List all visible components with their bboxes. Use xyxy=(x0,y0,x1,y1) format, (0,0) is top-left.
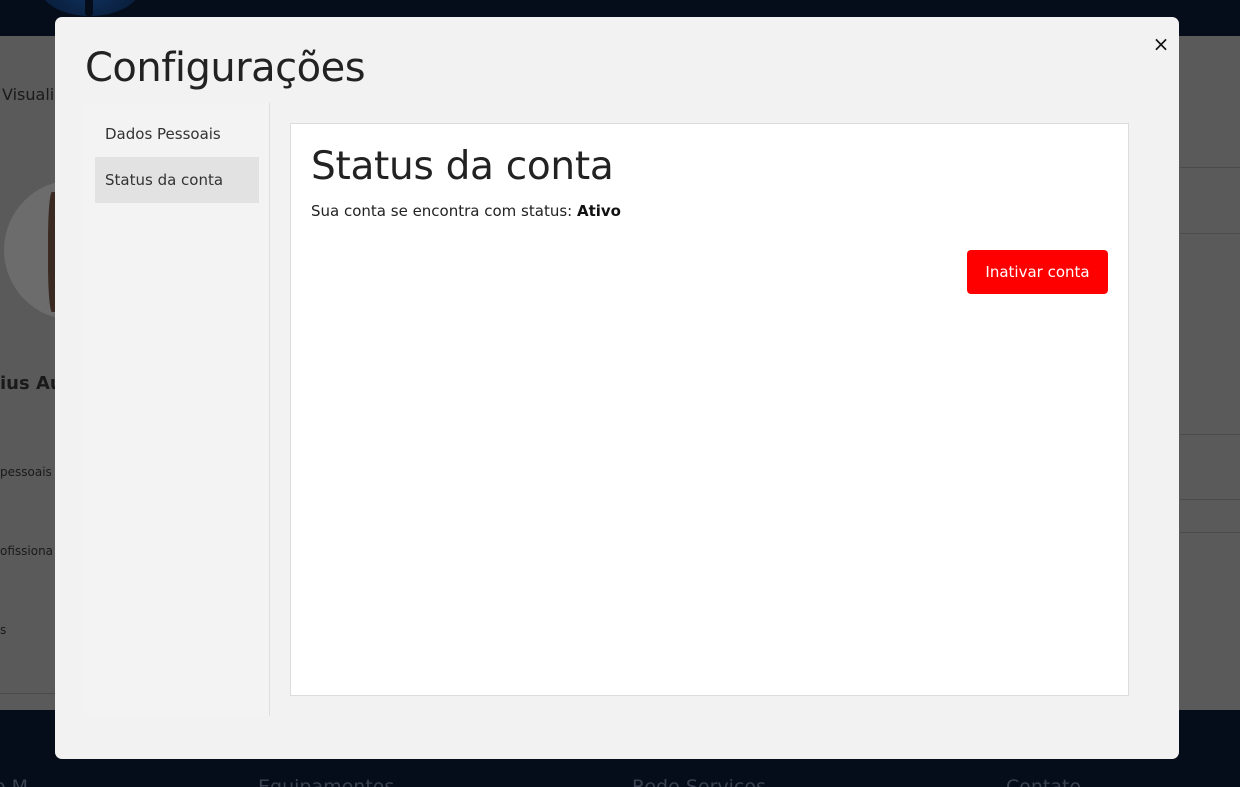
background-divider xyxy=(1180,532,1240,533)
section-heading: Status da conta xyxy=(311,144,614,189)
background-divider xyxy=(1180,167,1240,168)
sidebar-item-status-da-conta[interactable]: Status da conta xyxy=(95,157,259,203)
deactivate-account-button[interactable]: Inativar conta xyxy=(967,250,1108,294)
modal-title: Configurações xyxy=(85,45,366,91)
background-footer-heading: Rede Serviços xyxy=(632,776,766,787)
background-divider xyxy=(0,693,60,694)
settings-modal: Configurações × Dados Pessoais Status da… xyxy=(55,17,1179,759)
status-label: Sua conta se encontra com status: xyxy=(311,202,573,220)
background-divider xyxy=(1180,499,1240,500)
background-divider xyxy=(1180,233,1240,234)
background-menu-item: s xyxy=(0,623,7,637)
close-button[interactable]: × xyxy=(1151,34,1171,54)
background-divider xyxy=(1180,434,1240,435)
account-status-text: Sua conta se encontra com status: Ativo xyxy=(311,202,621,220)
sidebar-item-dados-pessoais[interactable]: Dados Pessoais xyxy=(95,111,259,157)
page: Visuali ius Au pessoais ofissiona s o M … xyxy=(0,0,1240,787)
settings-sidebar: Dados Pessoais Status da conta xyxy=(85,103,270,716)
status-value: Ativo xyxy=(576,202,621,220)
close-icon: × xyxy=(1152,32,1170,56)
background-footer-heading: Contato xyxy=(1006,776,1082,787)
account-status-panel: Status da conta Sua conta se encontra co… xyxy=(290,123,1129,696)
background-menu-item: pessoais xyxy=(0,465,52,479)
background-footer-heading: o M xyxy=(0,776,29,787)
background-user-name: ius Au xyxy=(0,373,63,394)
background-footer-heading: Equipamentos xyxy=(258,776,395,787)
background-menu-item: ofissiona xyxy=(0,544,54,558)
background-header-link: Visuali xyxy=(2,85,55,104)
